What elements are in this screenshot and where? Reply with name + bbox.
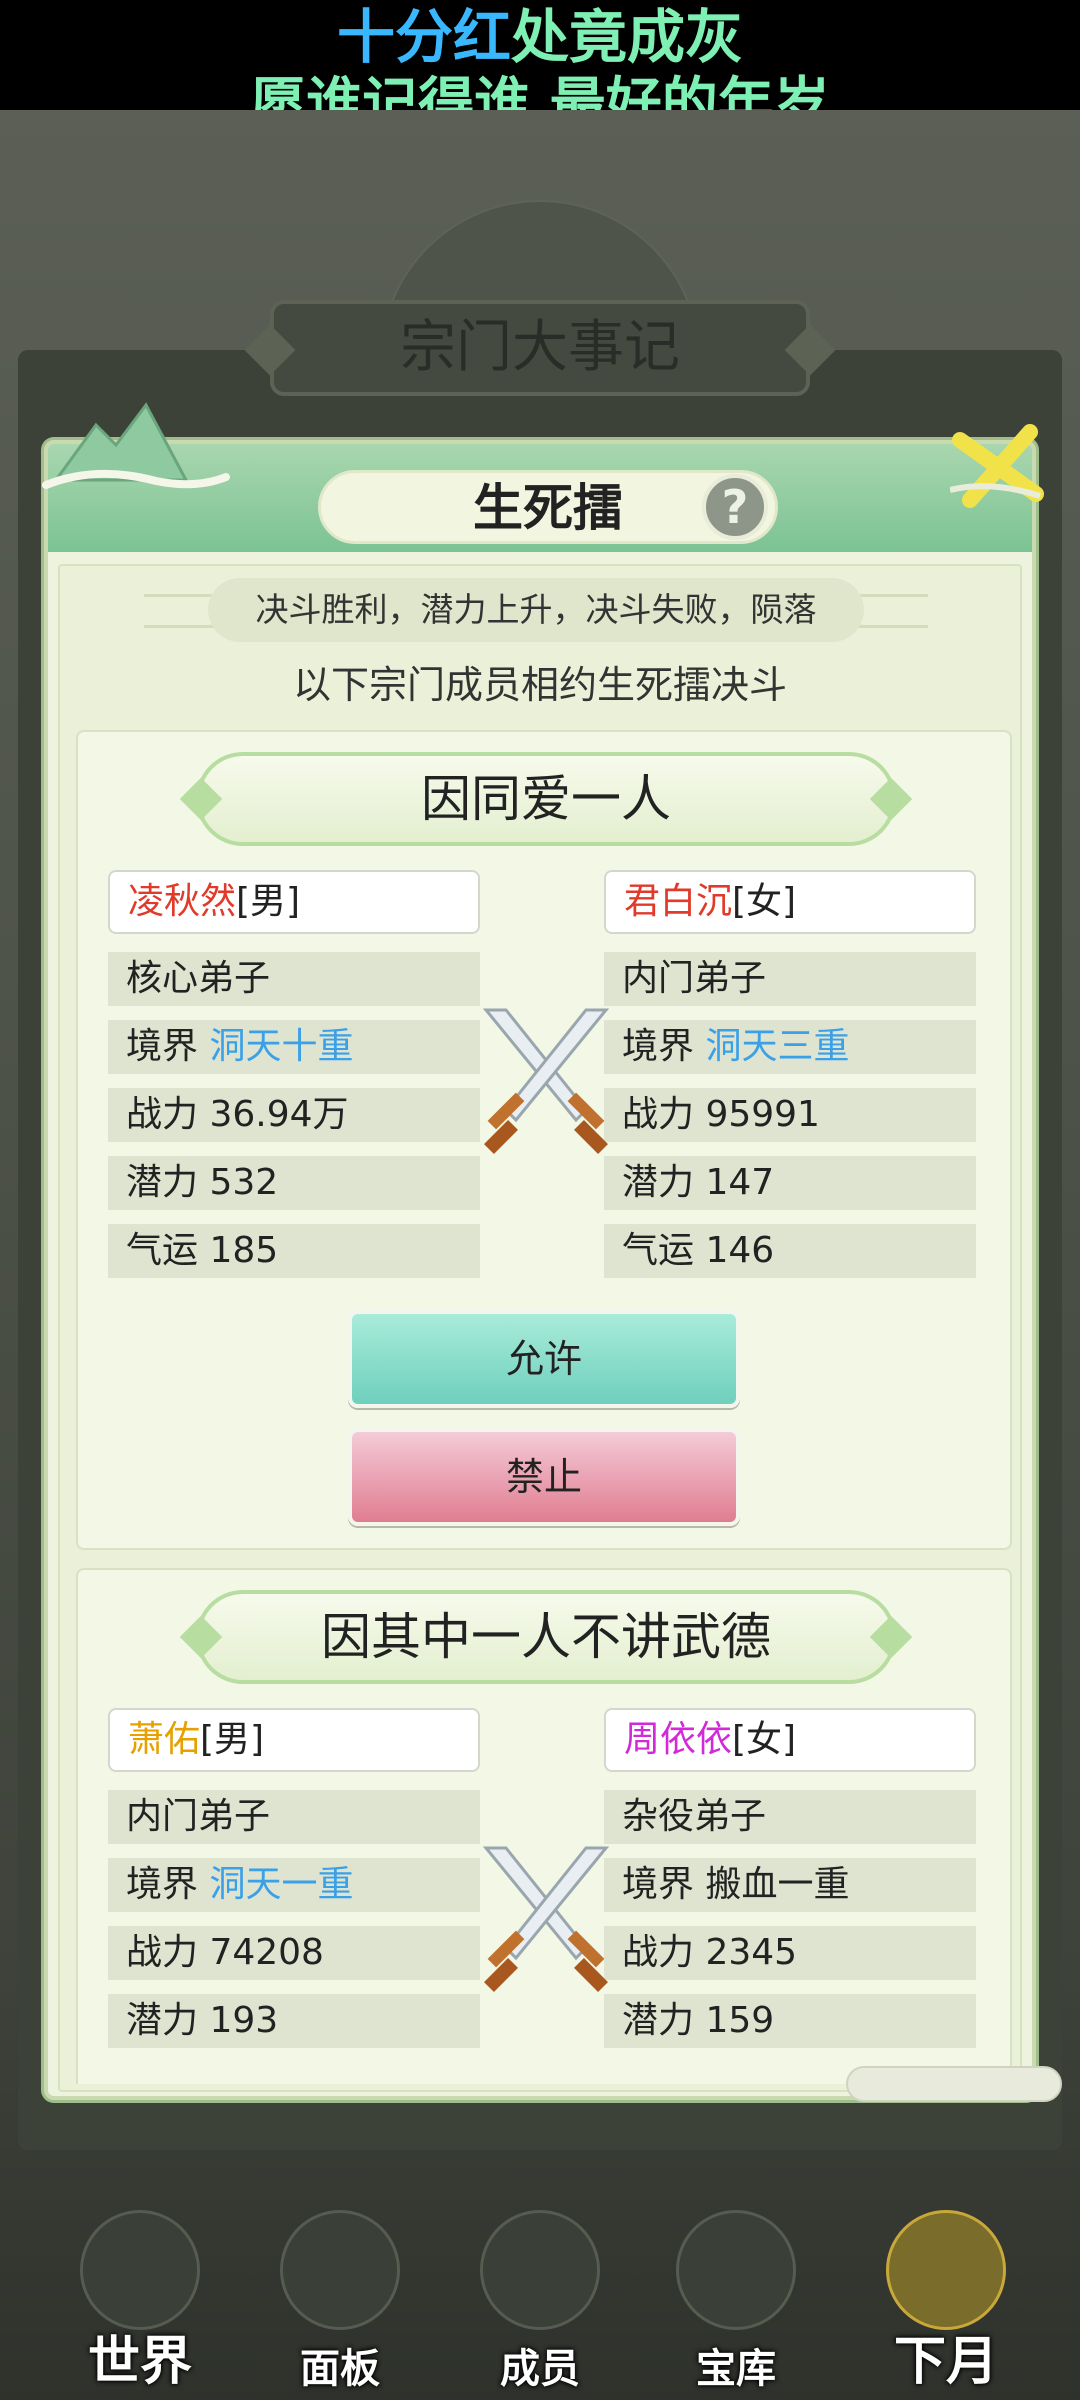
scroll-indicator[interactable] [846,2066,1062,2102]
left-fighter-name[interactable]: 凌秋然[男] [108,870,480,934]
right-fighter-rank: 内门弟子 [604,952,976,1006]
fighter-name: 凌秋然 [128,881,237,922]
nav-label: 成员 [500,2345,580,2392]
right-fighter-luck: 气运 146 [604,1224,976,1278]
left-fighter-power: 战力 74208 [108,1926,480,1980]
realm-value: 洞天三重 [705,1026,850,1067]
deny-button[interactable]: 禁止 [348,1428,740,1526]
disciple-icon [480,2210,600,2330]
duel-reason: 因其中一人不讲武德 [196,1590,896,1684]
allow-button[interactable]: 允许 [348,1310,740,1408]
realm-value: 搬血一重 [705,1864,850,1905]
duel-card: 因其中一人不讲武德 萧佑[男] 内门弟子 境界 洞天一重 战力 74208 潜力… [76,1568,1012,2084]
fighter-name: 周依依 [624,1719,733,1760]
left-fighter-luck: 气运 185 [108,1224,480,1278]
fighter-gender: [女] [732,1719,797,1760]
left-fighter-rank: 核心弟子 [108,952,480,1006]
duel-card: 因同爱一人 凌秋然[男] 核心弟子 境界 洞天十重 战力 36.94万 潜力 5… [76,730,1012,1550]
right-fighter-name[interactable]: 君白沉[女] [604,870,976,934]
fighter-name: 萧佑 [128,1719,201,1760]
nav-label: 世界 [87,2331,192,2392]
fighter-gender: [女] [732,881,797,922]
right-fighter-potential: 潜力 159 [604,1994,976,2048]
nav-label: 下月 [893,2331,998,2392]
lyric-overlay: 十分红处竟成灰 愿谁记得谁 最好的年岁 [0,0,1080,137]
realm-label: 境界 [622,1864,695,1905]
help-button[interactable]: ? [702,474,768,540]
nav-item-treasury[interactable]: 宝库 [636,2190,836,2400]
mountain-icon [42,402,230,489]
nav-item-world[interactable]: 世界 [40,2190,240,2400]
left-fighter-potential: 潜力 193 [108,1994,480,2048]
duel-reason: 因同爱一人 [196,752,896,846]
fighter-gender: [男] [236,881,301,922]
left-fighter-realm: 境界 洞天十重 [108,1020,480,1074]
nav-item-members[interactable]: 成员 [440,2190,640,2400]
duel-list[interactable]: 因同爱一人 凌秋然[男] 核心弟子 境界 洞天十重 战力 36.94万 潜力 5… [76,730,1012,2084]
nav-item-panel[interactable]: 面板 [240,2190,440,2400]
crossed-swords-icon [482,1846,610,1992]
nav-label: 宝库 [696,2345,776,2392]
left-fighter-rank: 内门弟子 [108,1790,480,1844]
lyric-line-1: 十分红处竟成灰 [0,2,1080,72]
left-fighter-power: 战力 36.94万 [108,1088,480,1142]
right-fighter-power: 战力 2345 [604,1926,976,1980]
right-fighter-realm: 境界 搬血一重 [604,1858,976,1912]
left-fighter-potential: 潜力 532 [108,1156,480,1210]
bottom-nav: 世界 面板 成员 宝库 下月 [0,2190,1080,2400]
right-fighter-potential: 潜力 147 [604,1156,976,1210]
moon-icon [886,2210,1006,2330]
lyric-line-1-highlight: 十分红 [336,3,511,71]
treasury-icon [676,2210,796,2330]
realm-label: 境界 [126,1864,199,1905]
right-fighter-realm: 境界 洞天三重 [604,1020,976,1074]
lyric-line-1-rest: 处竟成灰 [511,3,744,71]
left-fighter-name[interactable]: 萧佑[男] [108,1708,480,1772]
left-fighter-realm: 境界 洞天一重 [108,1858,480,1912]
realm-label: 境界 [126,1026,199,1067]
event-log-banner: 宗门大事记 [270,300,810,396]
temple-icon [280,2210,400,2330]
right-fighter-name[interactable]: 周依依[女] [604,1708,976,1772]
rule-text: 决斗胜利，潜力上升，决斗失败，陨落 [208,578,864,642]
realm-value: 洞天一重 [209,1864,354,1905]
realm-value: 洞天十重 [209,1026,354,1067]
close-icon[interactable] [950,420,1046,510]
right-fighter-rank: 杂役弟子 [604,1790,976,1844]
fighter-gender: [男] [200,1719,265,1760]
nav-label: 面板 [300,2345,380,2392]
pagoda-icon [80,2210,200,2330]
crossed-swords-icon [482,1008,610,1154]
arena-dialog: 生死擂 ? 决斗胜利，潜力上升，决斗失败，陨落 以下宗门成员相约生死擂决斗 因同… [44,440,1036,2100]
dialog-subtitle: 以下宗门成员相约生死擂决斗 [292,663,787,707]
fighter-name: 君白沉 [624,881,733,922]
realm-label: 境界 [622,1026,695,1067]
nav-item-next-month[interactable]: 下月 [846,2190,1046,2400]
right-fighter-power: 战力 95991 [604,1088,976,1142]
